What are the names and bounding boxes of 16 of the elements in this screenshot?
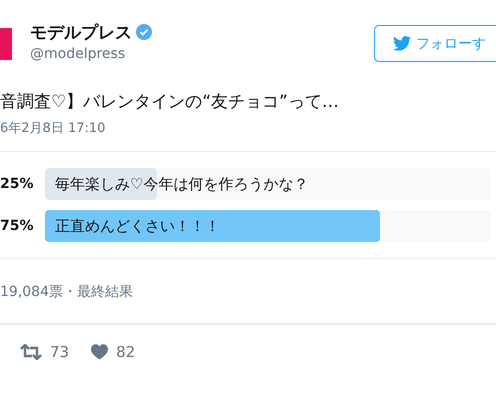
- logo-icon: [0, 28, 12, 60]
- account-handle: @modelpress: [30, 46, 126, 62]
- heart-icon[interactable]: [91, 344, 108, 360]
- follow-button[interactable]: フォローす: [374, 25, 496, 62]
- poll-option-label: 正直めんどくさい！！！: [55, 216, 220, 237]
- tweet-text: 音調査♡】バレンタインの“友チョコ”って…: [0, 91, 340, 113]
- like-count: 82: [116, 343, 136, 361]
- retweet-count: 73: [50, 343, 70, 361]
- poll-option-label: 毎年楽しみ♡今年は何を作ろうかな？: [55, 174, 308, 195]
- poll-percent: 75%: [0, 218, 35, 234]
- tweet-date: 6年2月8日 17:10: [0, 120, 106, 137]
- poll-summary: 19,084票・最終結果: [0, 283, 134, 302]
- retweet-icon[interactable]: [20, 344, 42, 360]
- account-name: モデルプレス: [30, 22, 132, 44]
- bird-icon: [393, 36, 411, 51]
- poll-percent: 25%: [0, 176, 35, 192]
